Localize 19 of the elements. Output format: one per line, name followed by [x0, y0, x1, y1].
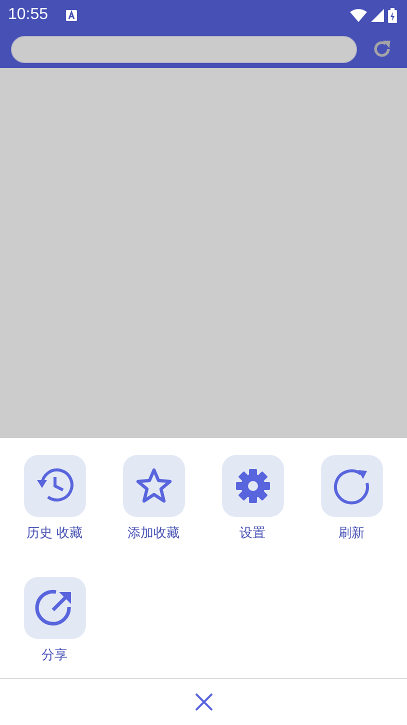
menu-label: 刷新 [338, 525, 364, 542]
notification-icon [66, 10, 78, 20]
refresh-icon[interactable] [371, 38, 393, 60]
wifi-icon [350, 8, 367, 22]
address-field[interactable] [11, 36, 357, 62]
close-icon[interactable] [194, 693, 212, 711]
menu-label: 分享 [42, 646, 68, 664]
signal-icon [371, 8, 384, 22]
battery-icon [388, 8, 397, 22]
menu-item[interactable]: 历史 收藏 [5, 455, 104, 556]
menu-label: 历史 收藏 [26, 525, 83, 542]
menu-label: 添加收藏 [128, 525, 180, 542]
settings-icon [234, 468, 270, 504]
menu-item[interactable]: 分享 [5, 576, 104, 678]
menu-label: 设置 [240, 525, 266, 542]
status-time: 10:55 [8, 6, 48, 24]
menu-item[interactable]: 设置 [203, 455, 302, 556]
menu-item[interactable]: 添加收藏 [104, 455, 203, 556]
menu-item[interactable]: 刷新 [302, 455, 401, 556]
